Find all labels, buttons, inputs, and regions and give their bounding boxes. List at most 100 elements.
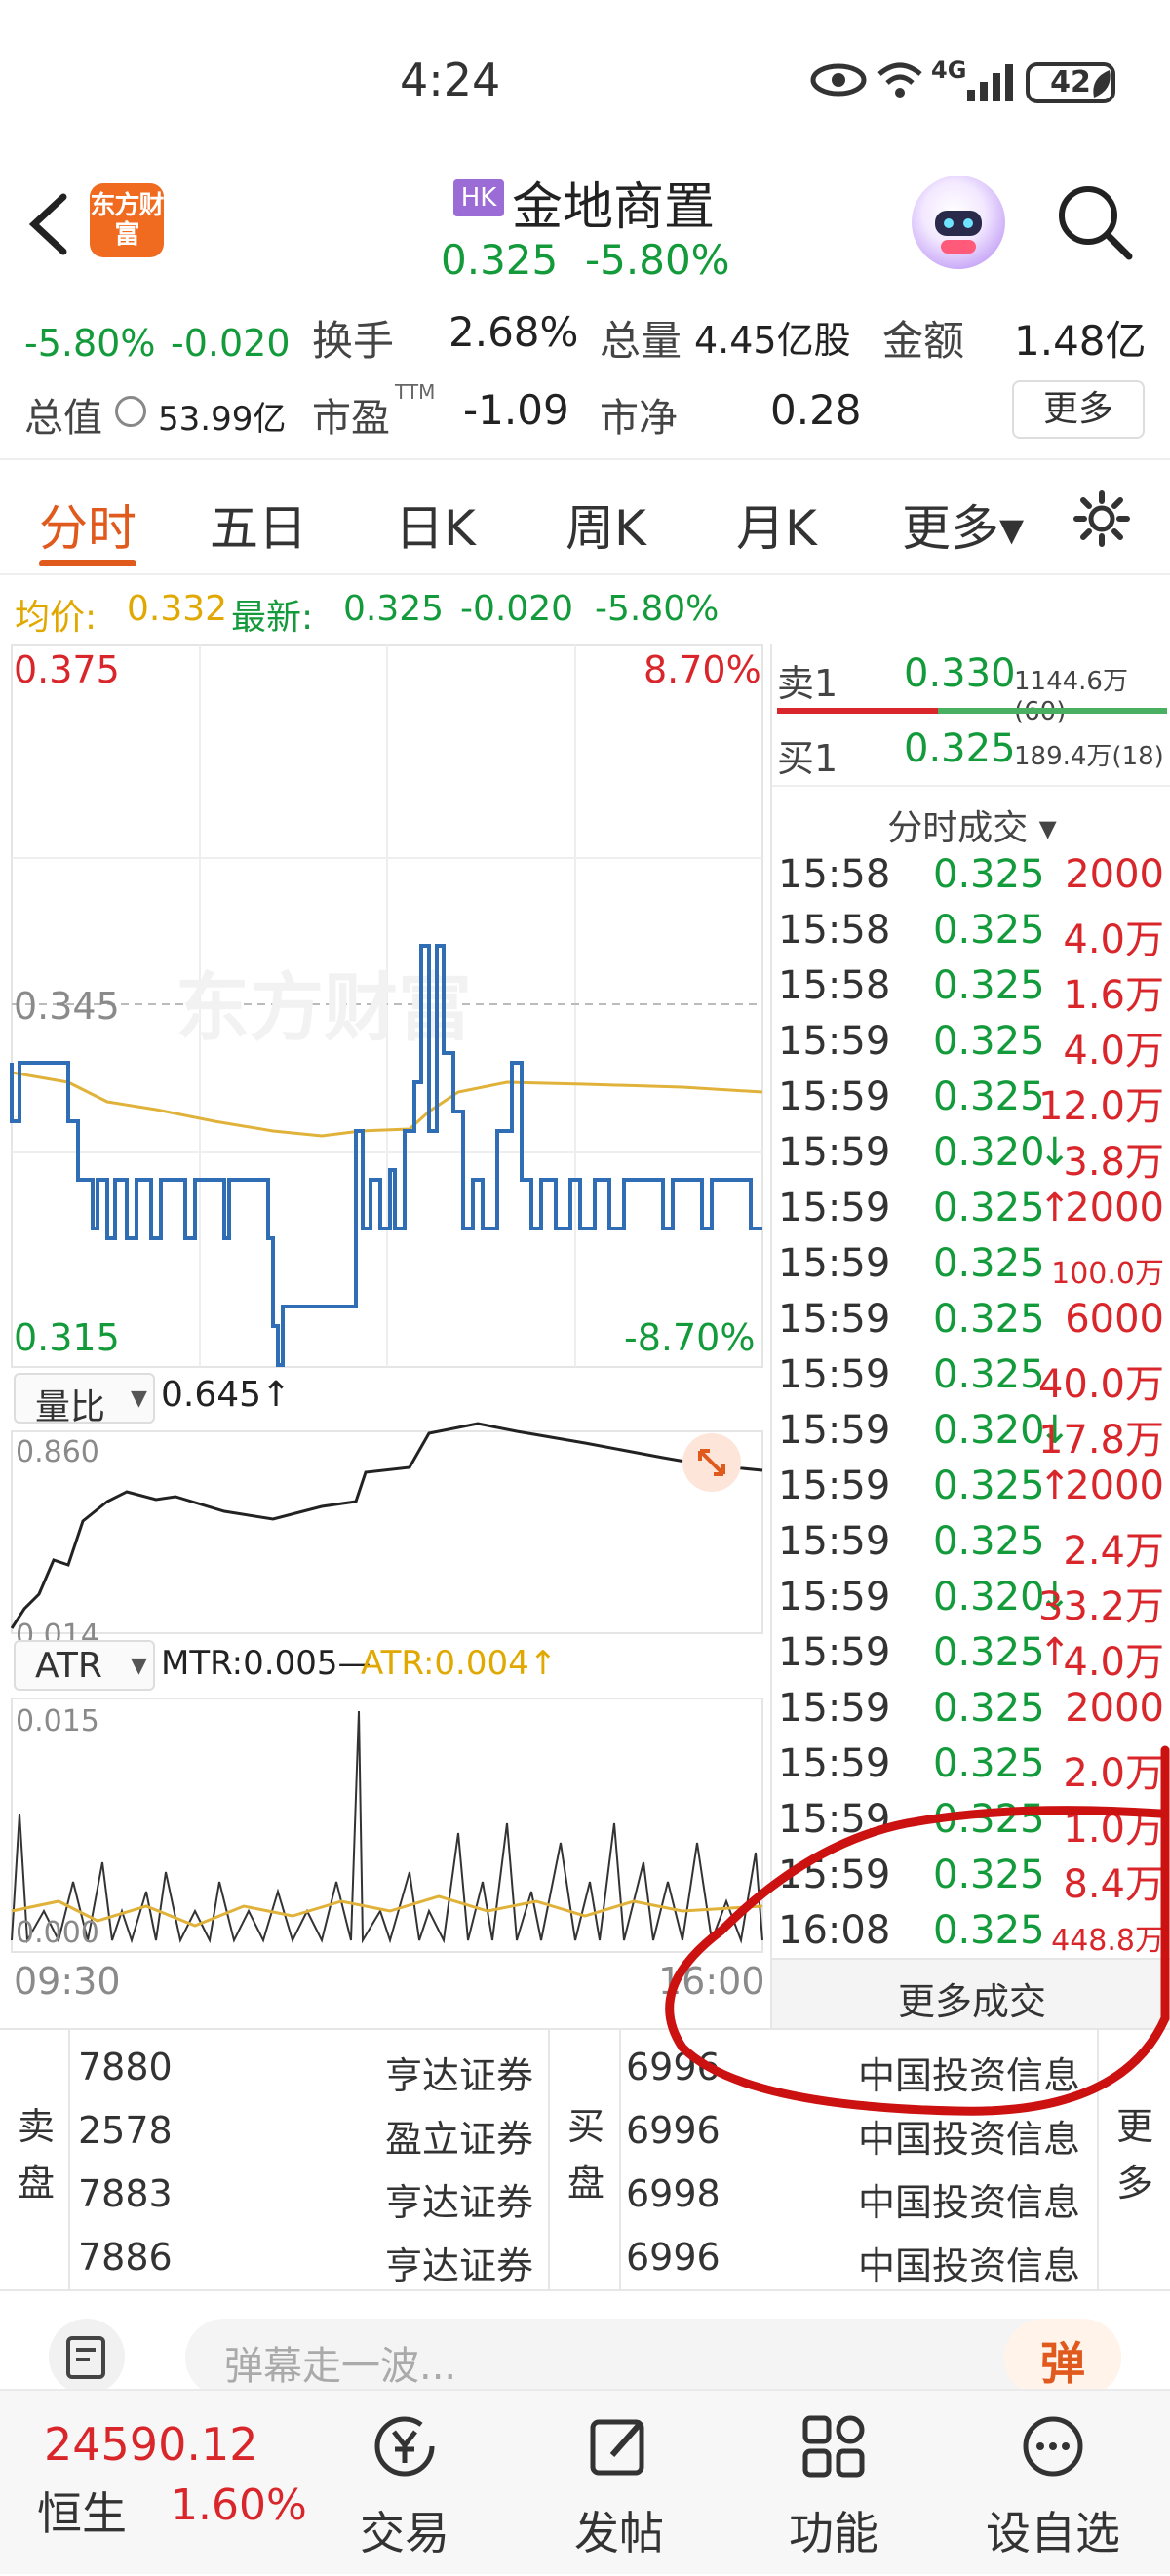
tick-row: 15:59 0.325 ↑ 4.0万 <box>772 1624 1170 1685</box>
latest-value: 0.325 <box>343 589 445 629</box>
info-dots-icon[interactable] <box>115 396 146 427</box>
tick-volume: 3.8万 <box>1063 1140 1164 1185</box>
buy-side-label-cell: 买盘 <box>548 2030 621 2289</box>
search-button[interactable] <box>1053 180 1136 263</box>
tick-volume: 1.6万 <box>1063 973 1164 1018</box>
sell-broker-id: 2578 <box>78 2109 173 2152</box>
buy-broker-id: 6996 <box>626 2109 721 2152</box>
chart-tabs: 分时 五日 日K 周K 月K 更多▾ <box>0 458 1170 575</box>
avg-price-row: 均价: 0.332 最新: 0.325 -0.020 -5.80% <box>0 575 1170 644</box>
tick-time: 15:59 <box>778 1519 891 1564</box>
tick-volume: 17.8万 <box>1037 1418 1164 1463</box>
robot-assistant-icon[interactable] <box>912 176 1005 269</box>
tab-intraday[interactable]: 分时 <box>39 489 136 560</box>
tab-monthly-k[interactable]: 月K <box>736 489 817 560</box>
sell-broker-name: 亨达证券 <box>385 2244 534 2287</box>
comment-bar: 弹幕走一波... 弹 <box>0 2291 1170 2397</box>
signal-icon <box>965 60 1024 101</box>
tick-time: 15:59 <box>778 1074 891 1119</box>
tick-price: 0.325 <box>933 1074 1045 1119</box>
volume-value: 4.45亿股 <box>694 319 851 362</box>
pe-value: -1.09 <box>463 386 569 434</box>
list-edit-icon <box>66 2336 105 2379</box>
tick-price: 0.325 <box>933 852 1045 897</box>
bottom-nav: 24590.12 恒生 1.60% 交易 发帖 功能 设自选 <box>0 2389 1170 2574</box>
bid-label: 买1 <box>777 737 838 780</box>
sell-side-label: 卖盘 <box>18 2105 56 2205</box>
tick-price: 0.320 <box>933 1575 1045 1620</box>
tick-price: 0.325 <box>933 1241 1045 1286</box>
danmu-input[interactable]: 弹幕走一波... <box>185 2319 1121 2397</box>
search-icon <box>1059 186 1133 260</box>
buy-broker-id: 6998 <box>626 2172 721 2215</box>
comment-list-button[interactable] <box>49 2319 125 2395</box>
tick-volume: 33.2万 <box>1037 1584 1164 1629</box>
atr-selector[interactable]: ATR ▼ <box>14 1640 155 1691</box>
sell-broker-id: 7880 <box>78 2046 173 2088</box>
sell-broker-name: 亨达证券 <box>385 2181 534 2224</box>
stock-name: 金地商置 <box>512 178 716 237</box>
edit-icon <box>590 2419 644 2476</box>
nav-trade-label: 交易 <box>360 2507 449 2559</box>
tick-volume: 2000 <box>1065 1464 1164 1508</box>
tick-volume: 2.0万 <box>1063 1751 1164 1796</box>
more-circle-icon <box>1023 2416 1083 2477</box>
tick-price: 0.325 <box>933 1853 1045 1897</box>
broker-more-button[interactable]: 更多 <box>1097 2030 1170 2289</box>
tick-price: 0.325 <box>933 1519 1045 1564</box>
tick-row: 15:59 0.325 ↑ 2000 <box>772 1458 1170 1513</box>
danmu-send-button[interactable]: 弹 <box>1004 2319 1121 2397</box>
amount-label: 金额 <box>882 317 965 365</box>
tick-row: 16:08 0.325 448.8万 <box>772 1902 1170 1958</box>
tick-price: 0.325 <box>933 1741 1045 1786</box>
tick-row: 15:59 0.325 4.0万 <box>772 1013 1170 1073</box>
atr-bottom: 0.000 <box>16 1916 99 1950</box>
pct-top-label: 8.70% <box>644 648 761 691</box>
tick-row: 15:59 0.325 ↑ 2000 <box>772 1180 1170 1235</box>
avg-value: 0.332 <box>127 589 228 629</box>
buy-broker-name: 中国投资信息 <box>858 2181 1081 2224</box>
index-ticker[interactable]: 24590.12 恒生 1.60% <box>29 2391 322 2576</box>
status-bar: 4:24 4G 42 <box>0 0 1170 166</box>
tick-time: 15:59 <box>778 1019 891 1064</box>
avg-label: 均价: <box>15 598 98 638</box>
more-trades-button[interactable]: 更多成交 <box>772 1958 1170 2028</box>
turnover-value: 2.68% <box>448 308 579 356</box>
tick-time: 15:59 <box>778 1741 891 1786</box>
mtr-value: MTR:0.005— <box>161 1644 371 1683</box>
tick-volume: 2000 <box>1065 1186 1164 1230</box>
buy-side-label: 买盘 <box>567 2105 605 2205</box>
ask-label: 卖1 <box>777 662 838 705</box>
mktcap-value: 53.99亿 <box>158 400 287 439</box>
tick-volume: 2000 <box>1065 852 1164 897</box>
more-quote-button[interactable]: 更多 <box>1012 380 1145 439</box>
tab-daily-k[interactable]: 日K <box>395 489 476 560</box>
tick-time: 16:08 <box>778 1908 891 1953</box>
sell-side-label-cell: 卖盘 <box>0 2030 70 2289</box>
ticks-header[interactable]: 分时成交 ▾ <box>772 790 1170 848</box>
buy-broker-id: 6996 <box>626 2236 721 2279</box>
tick-volume: 448.8万 <box>1051 1924 1164 1958</box>
trades-panel: 卖1 0.330 1144.6万(60) 买1 0.325 189.4万(18)… <box>770 644 1170 2028</box>
intraday-chart-area: 东方财富 0.375 8.70% 0.345 0.315 -8.70% 量比 ▼… <box>0 644 770 2028</box>
settings-button[interactable] <box>1072 489 1131 548</box>
tab-weekly-k[interactable]: 周K <box>566 489 646 560</box>
mktcap-label: 总值 <box>24 396 102 441</box>
volume-ratio-value: 0.645↑ <box>161 1375 292 1415</box>
sell-broker-name: 盈立证券 <box>385 2118 534 2161</box>
danmu-placeholder: 弹幕走一波... <box>224 2344 457 2389</box>
ask-row[interactable]: 卖1 0.330 1144.6万(60) <box>772 644 1170 726</box>
quote-summary: -5.80% -0.020 换手 2.68% 总量 4.45亿股 金额 1.48… <box>0 293 1170 458</box>
back-button[interactable] <box>20 185 78 263</box>
volume-ratio-selector[interactable]: 量比 ▼ <box>14 1373 155 1427</box>
bid-row[interactable]: 买1 0.325 189.4万(18) <box>772 717 1170 785</box>
tick-list: 15:58 0.325 2000 15:58 0.325 4.0万 15:58 0.325 1.… <box>772 846 1170 1958</box>
turnover-label: 换手 <box>312 317 395 365</box>
tick-row: 15:59 0.325 8.4万 <box>772 1847 1170 1907</box>
tab-five-day[interactable]: 五日 <box>210 489 307 560</box>
volume-ratio-selector-label: 量比 <box>35 1387 106 1427</box>
tab-more[interactable]: 更多▾ <box>902 489 1024 560</box>
tick-time: 15:59 <box>778 1797 891 1842</box>
quote-change-pct: -5.80% <box>24 322 156 365</box>
tick-time: 15:59 <box>778 1575 891 1620</box>
